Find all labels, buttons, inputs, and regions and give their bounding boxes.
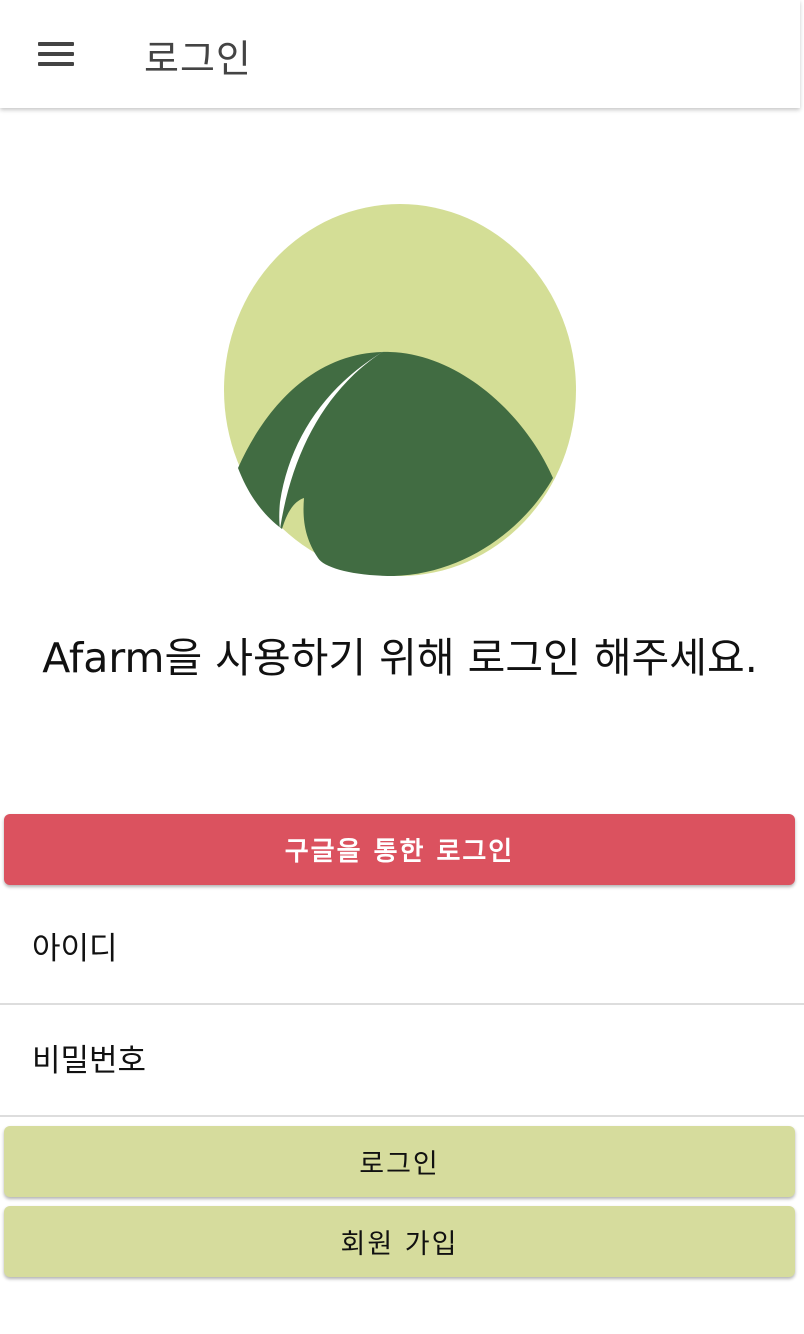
- leaf-logo: [224, 204, 576, 576]
- hamburger-menu-icon[interactable]: [38, 40, 74, 68]
- page-title: 로그인: [144, 37, 252, 81]
- signup-button[interactable]: 회원 가입: [4, 1206, 795, 1277]
- login-button[interactable]: 로그인: [4, 1126, 795, 1197]
- app-header: 로그인: [0, 0, 800, 108]
- welcome-message: Afarm을 사용하기 위해 로그인 해주세요.: [42, 634, 758, 682]
- password-field[interactable]: [0, 1007, 804, 1117]
- login-screen: 로그인 Afarm을 사용하기 위해 로그인 해주세요. 구글을 통한 로그인 …: [0, 0, 804, 1334]
- id-field[interactable]: [0, 895, 804, 1005]
- google-login-button[interactable]: 구글을 통한 로그인: [4, 814, 795, 885]
